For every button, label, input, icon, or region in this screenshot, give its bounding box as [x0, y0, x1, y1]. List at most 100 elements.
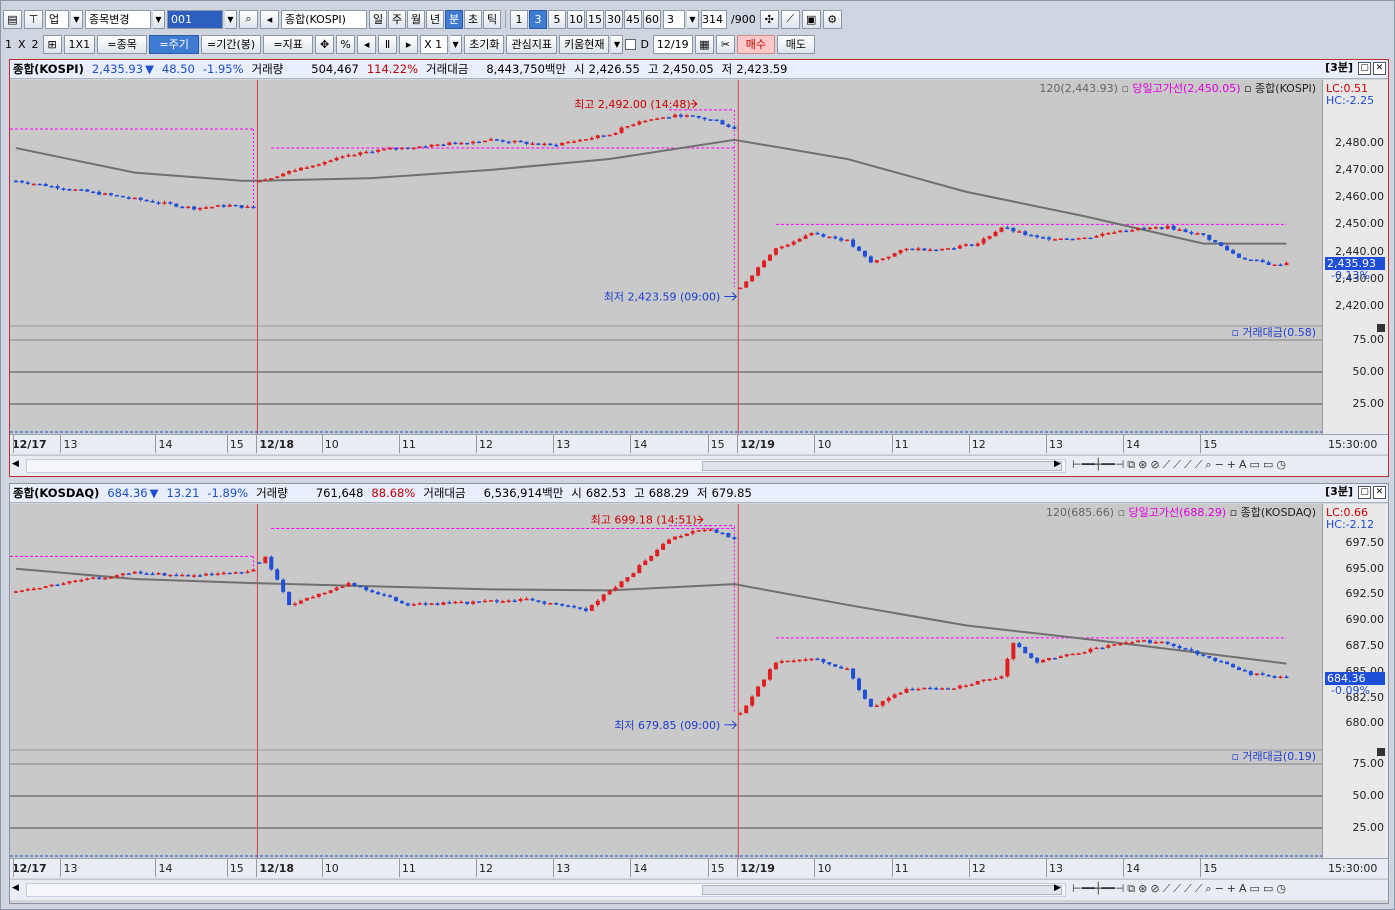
- layout-icon[interactable]: ▤: [3, 9, 22, 29]
- chart-canvas[interactable]: 최고 699.18 (14:51) 최저 679.85 (09:00) 120(68…: [10, 504, 1322, 861]
- period-button[interactable]: 주: [388, 9, 406, 29]
- chart-scrollbar[interactable]: ◀ ▶ ⊢━━┼━━⊣ ⧉ ⊛ ⊘ ⟋ ⟋ ⟋ ⟋ ⌕ − + A ▭ ▭ ◷: [10, 879, 1388, 900]
- panel-close-icon[interactable]: [1377, 324, 1385, 332]
- chevron-down-icon[interactable]: ▼: [153, 9, 165, 29]
- rewind-icon[interactable]: ◂: [357, 34, 377, 54]
- watch-indicator-button[interactable]: 관심지표: [506, 34, 557, 54]
- box-icon[interactable]: ▭: [1250, 882, 1260, 896]
- minute-button[interactable]: 30: [605, 9, 623, 29]
- close-icon[interactable]: ✕: [1373, 486, 1386, 499]
- item-button[interactable]: =종목: [97, 34, 148, 54]
- pause-icon[interactable]: Ⅱ: [378, 34, 398, 54]
- close-icon[interactable]: ✕: [1373, 62, 1386, 75]
- gear-icon[interactable]: ⚙: [822, 9, 842, 29]
- minute-button[interactable]: 5: [548, 9, 566, 29]
- scroll-thumb[interactable]: [702, 461, 1062, 471]
- zoom-in-icon[interactable]: +: [1227, 458, 1236, 472]
- item-change-select[interactable]: 종목변경: [85, 9, 151, 29]
- scroll-left-icon[interactable]: ◀: [12, 883, 24, 897]
- chevron-down-icon[interactable]: ▼: [687, 9, 699, 29]
- range-button[interactable]: =기간(봉): [201, 34, 262, 54]
- copy-icon[interactable]: ⧉: [1127, 458, 1135, 472]
- zoom-slider-icon[interactable]: ⊢━━┼━━⊣: [1072, 458, 1124, 472]
- copy-icon[interactable]: ⧉: [1127, 882, 1135, 896]
- panel-close-icon[interactable]: [1377, 748, 1385, 756]
- magnifier-icon[interactable]: ⌕: [1205, 458, 1211, 472]
- code-input[interactable]: 001: [167, 9, 223, 29]
- reset-button[interactable]: 초기화: [464, 34, 505, 54]
- grid-icon[interactable]: ⊞: [42, 34, 62, 54]
- period-button[interactable]: 초: [464, 9, 482, 29]
- zoom-slider-icon[interactable]: ⊢━━┼━━⊣: [1072, 882, 1124, 896]
- index-name[interactable]: 종합(KOSDAQ): [13, 485, 99, 501]
- scroll-right-icon[interactable]: ▶: [1054, 459, 1066, 473]
- line-tool-icon[interactable]: ⟋: [1184, 458, 1192, 472]
- minute-button[interactable]: 3: [529, 9, 547, 29]
- percent-button[interactable]: %: [336, 34, 356, 54]
- zoom-out-icon[interactable]: −: [1215, 882, 1224, 896]
- line-tool-icon[interactable]: ⟋: [1173, 458, 1181, 472]
- box-icon[interactable]: ▭: [1250, 458, 1260, 472]
- link-icon[interactable]: ⊘: [1150, 458, 1159, 472]
- sell-button[interactable]: 매도: [776, 34, 815, 54]
- line-tool-icon[interactable]: ⟋: [1173, 882, 1181, 896]
- minute-button[interactable]: 15: [586, 9, 604, 29]
- save-icon[interactable]: ▣: [801, 9, 821, 29]
- minute-button[interactable]: 60: [643, 9, 661, 29]
- move-icon[interactable]: ✥: [315, 34, 335, 54]
- chevron-down-icon[interactable]: ▼: [611, 34, 624, 54]
- index-name-field[interactable]: 종합(KOSPI): [281, 9, 367, 29]
- speaker-icon[interactable]: ◂: [260, 9, 279, 29]
- magnifier-icon[interactable]: ⌕: [1205, 882, 1211, 896]
- count-field[interactable]: 314: [701, 9, 727, 29]
- d-checkbox[interactable]: [625, 38, 637, 50]
- line-tool-icon[interactable]: ⟋: [1184, 882, 1192, 896]
- clock-icon[interactable]: ◷: [1276, 882, 1286, 896]
- clock-icon[interactable]: ◷: [1276, 458, 1286, 472]
- one-by-one-button[interactable]: 1X1: [63, 34, 96, 54]
- chart-scrollbar[interactable]: ◀ ▶ ⊢━━┼━━⊣ ⧉ ⊛ ⊘ ⟋ ⟋ ⟋ ⟋ ⌕ − + A ▭ ▭ ◷: [10, 455, 1388, 476]
- scissors-icon[interactable]: ✂: [715, 34, 735, 54]
- period-button[interactable]: 월: [407, 9, 425, 29]
- minute-button[interactable]: 1: [510, 9, 528, 29]
- line-tool-icon[interactable]: ⟋: [1195, 458, 1203, 472]
- target-icon[interactable]: ⊛: [1138, 458, 1147, 472]
- period-button[interactable]: 분: [445, 9, 463, 29]
- line-tool-icon[interactable]: ⟋: [1163, 458, 1171, 472]
- scroll-left-icon[interactable]: ◀: [12, 459, 24, 473]
- target-icon[interactable]: ⊛: [1138, 882, 1147, 896]
- box-icon[interactable]: ▭: [1263, 458, 1273, 472]
- search-icon[interactable]: ⌕: [239, 9, 258, 29]
- zoom-in-icon[interactable]: +: [1227, 882, 1236, 896]
- play-icon[interactable]: ▸: [399, 34, 419, 54]
- scroll-track[interactable]: [26, 459, 1066, 473]
- zoom-select[interactable]: X 1: [420, 34, 449, 54]
- market-select[interactable]: 업: [45, 9, 69, 29]
- unit-field[interactable]: 3: [663, 9, 685, 29]
- line-tool-icon[interactable]: ⟋: [1163, 882, 1171, 896]
- text-tool-icon[interactable]: A: [1239, 882, 1247, 896]
- scroll-thumb[interactable]: [702, 885, 1062, 895]
- date-field[interactable]: 12/19: [652, 34, 693, 54]
- indicator-button[interactable]: =지표: [263, 34, 314, 54]
- minute-button[interactable]: 10: [567, 9, 585, 29]
- period-button[interactable]: 틱: [483, 9, 501, 29]
- crosshair-tool-icon[interactable]: ✣: [759, 9, 779, 29]
- chevron-down-icon[interactable]: ▼: [450, 34, 463, 54]
- box-icon[interactable]: ▭: [1263, 882, 1273, 896]
- chevron-down-icon[interactable]: ▼: [71, 9, 83, 29]
- restore-icon[interactable]: ▢: [1358, 62, 1371, 75]
- chevron-down-icon[interactable]: ▼: [225, 9, 237, 29]
- restore-icon[interactable]: ▢: [1358, 486, 1371, 499]
- period-button[interactable]: 일: [369, 9, 387, 29]
- calendar-icon[interactable]: ▦: [694, 34, 714, 54]
- chart-canvas[interactable]: 최고 2,492.00 (14:48) 최저 2,423.59 (09:00) 12…: [10, 80, 1322, 437]
- layout-1[interactable]: 1: [3, 38, 14, 51]
- cycle-button[interactable]: =주기: [149, 34, 200, 54]
- zoom-out-icon[interactable]: −: [1215, 458, 1224, 472]
- index-name[interactable]: 종합(KOSPI): [13, 61, 84, 77]
- kiwoom-button[interactable]: 키움현재: [558, 34, 610, 54]
- period-button[interactable]: 년: [426, 9, 444, 29]
- scroll-track[interactable]: [26, 883, 1066, 897]
- buy-button[interactable]: 매수: [736, 34, 775, 54]
